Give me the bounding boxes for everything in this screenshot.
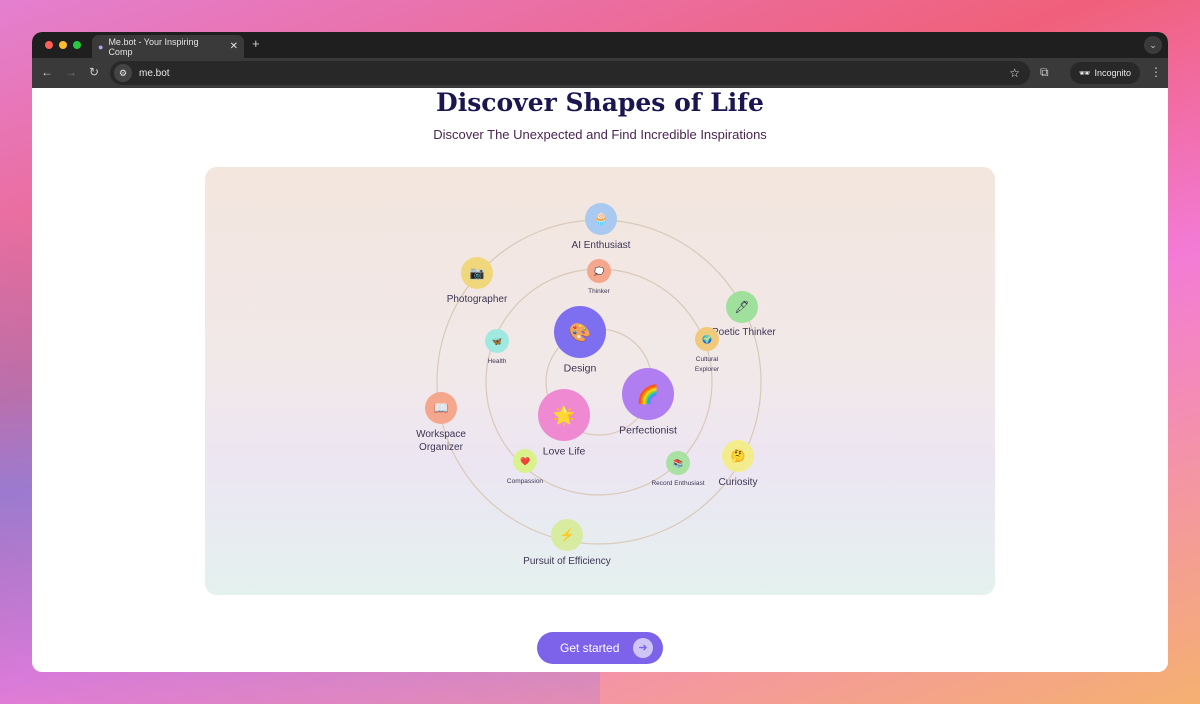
tab-bar: ● Me.bot - Your Inspiring Comp ✕ + ⌄ [32, 32, 1168, 58]
node-emoji-icon: ⚡ [560, 528, 575, 542]
arrow-right-icon: ➜ [633, 638, 653, 658]
node-label: AI Enthusiast [572, 240, 631, 251]
node-label: Explorer [695, 366, 720, 373]
node-emoji-icon: 📷 [470, 266, 485, 280]
orbit-node-poetic-thinker[interactable]: 🖋 Poetic Thinker [712, 291, 776, 338]
forward-icon[interactable]: → [65, 65, 77, 79]
browser-tab[interactable]: ● Me.bot - Your Inspiring Comp ✕ [92, 35, 244, 58]
maximize-window-button[interactable] [73, 41, 81, 49]
node-emoji-icon: ❤️ [520, 457, 530, 466]
reload-icon[interactable]: ↻ [89, 65, 99, 79]
orbit-node-pursuit-of-efficiency[interactable]: ⚡ Pursuit of Efficiency [523, 519, 611, 567]
node-label: Poetic Thinker [712, 327, 776, 338]
orbit-node-cultural-explorer[interactable]: 🌍 Cultural Explorer [695, 327, 720, 373]
node-emoji-icon: 🎨 [569, 321, 591, 342]
close-tab-icon[interactable]: ✕ [230, 41, 238, 52]
node-emoji-icon: 🦋 [492, 337, 502, 346]
get-started-button[interactable]: Get started ➜ [537, 632, 663, 664]
node-emoji-icon: 📖 [434, 401, 449, 415]
node-label: Compassion [507, 478, 544, 485]
node-label: Organizer [419, 442, 464, 453]
node-label: Perfectionist [619, 425, 677, 437]
orbit-node-curiosity[interactable]: 🤔 Curiosity [719, 440, 758, 488]
node-label: Cultural [696, 356, 719, 363]
back-icon[interactable]: ← [41, 65, 53, 79]
node-label: Love Life [543, 446, 586, 458]
orbit-card: 🧁 AI Enthusiast 📷 Photographer 🖋 Poetic Think… [205, 167, 995, 595]
node-label: Health [488, 358, 507, 365]
node-label: Curiosity [719, 477, 758, 488]
node-label: Photographer [447, 294, 508, 305]
orbit-node-record-enthusiast[interactable]: 📚 Record Enthusiast [651, 451, 705, 487]
incognito-icon: 🕶 [1079, 67, 1091, 78]
orbit-node-design[interactable]: 🎨 Design [554, 306, 606, 375]
browser-window: ● Me.bot - Your Inspiring Comp ✕ + ⌄ ← →… [32, 32, 1168, 672]
node-emoji-icon: 🖋 [734, 300, 749, 314]
bookmark-star-icon[interactable]: ☆ [1009, 66, 1020, 80]
extensions-icon[interactable]: ⧉ [1040, 65, 1049, 80]
node-emoji-icon: 🧁 [594, 212, 609, 226]
node-emoji-icon: 🤔 [731, 449, 746, 463]
page-subtitle: Discover The Unexpected and Find Incredi… [433, 127, 767, 142]
node-label: Thinker [588, 288, 611, 295]
orbit-node-ai-enthusiast[interactable]: 🧁 AI Enthusiast [572, 203, 631, 251]
tab-search-chevron-icon[interactable]: ⌄ [1144, 36, 1162, 54]
node-label: Design [564, 363, 597, 375]
orbit-node-perfectionist[interactable]: 🌈 Perfectionist [619, 368, 677, 437]
close-window-button[interactable] [45, 41, 53, 49]
minimize-window-button[interactable] [59, 41, 67, 49]
browser-toolbar: ← → ↻ ⚙ me.bot ☆ ⧉ 🕶 Incognito ⋮ [32, 58, 1168, 88]
tab-title: Me.bot - Your Inspiring Comp [108, 36, 199, 57]
new-tab-button[interactable]: + [252, 36, 260, 51]
node-emoji-icon: 💭 [594, 266, 604, 276]
page-title: Discover Shapes of Life [436, 88, 764, 117]
menu-kebab-icon[interactable]: ⋮ [1150, 65, 1162, 79]
node-label: Record Enthusiast [651, 480, 704, 487]
node-emoji-icon: 📚 [673, 459, 683, 468]
orbit-node-health[interactable]: 🦋 Health [485, 329, 509, 365]
node-emoji-icon: 🌈 [637, 383, 659, 404]
address-bar[interactable]: ⚙ me.bot ☆ [110, 61, 1030, 85]
node-label: Workspace [416, 429, 466, 440]
orbit-node-thinker[interactable]: 💭 Thinker [587, 259, 611, 295]
orbit-node-love-life[interactable]: 🌟 Love Life [538, 389, 590, 458]
url-text[interactable]: me.bot [139, 68, 170, 79]
get-started-label: Get started [560, 641, 620, 655]
orbit-diagram: 🧁 AI Enthusiast 📷 Photographer 🖋 Poetic Think… [416, 203, 776, 567]
orbit-node-photographer[interactable]: 📷 Photographer [447, 257, 508, 305]
incognito-label: Incognito [1094, 68, 1131, 78]
orbit-node-workspace-organizer[interactable]: 📖 Workspace Organizer [416, 392, 466, 453]
node-emoji-icon: 🌟 [553, 404, 575, 426]
incognito-badge[interactable]: 🕶 Incognito [1070, 62, 1140, 84]
node-emoji-icon: 🌍 [702, 334, 712, 344]
site-settings-icon[interactable]: ⚙ [114, 64, 132, 82]
node-label: Pursuit of Efficiency [523, 556, 611, 567]
favicon-icon: ● [98, 41, 104, 52]
